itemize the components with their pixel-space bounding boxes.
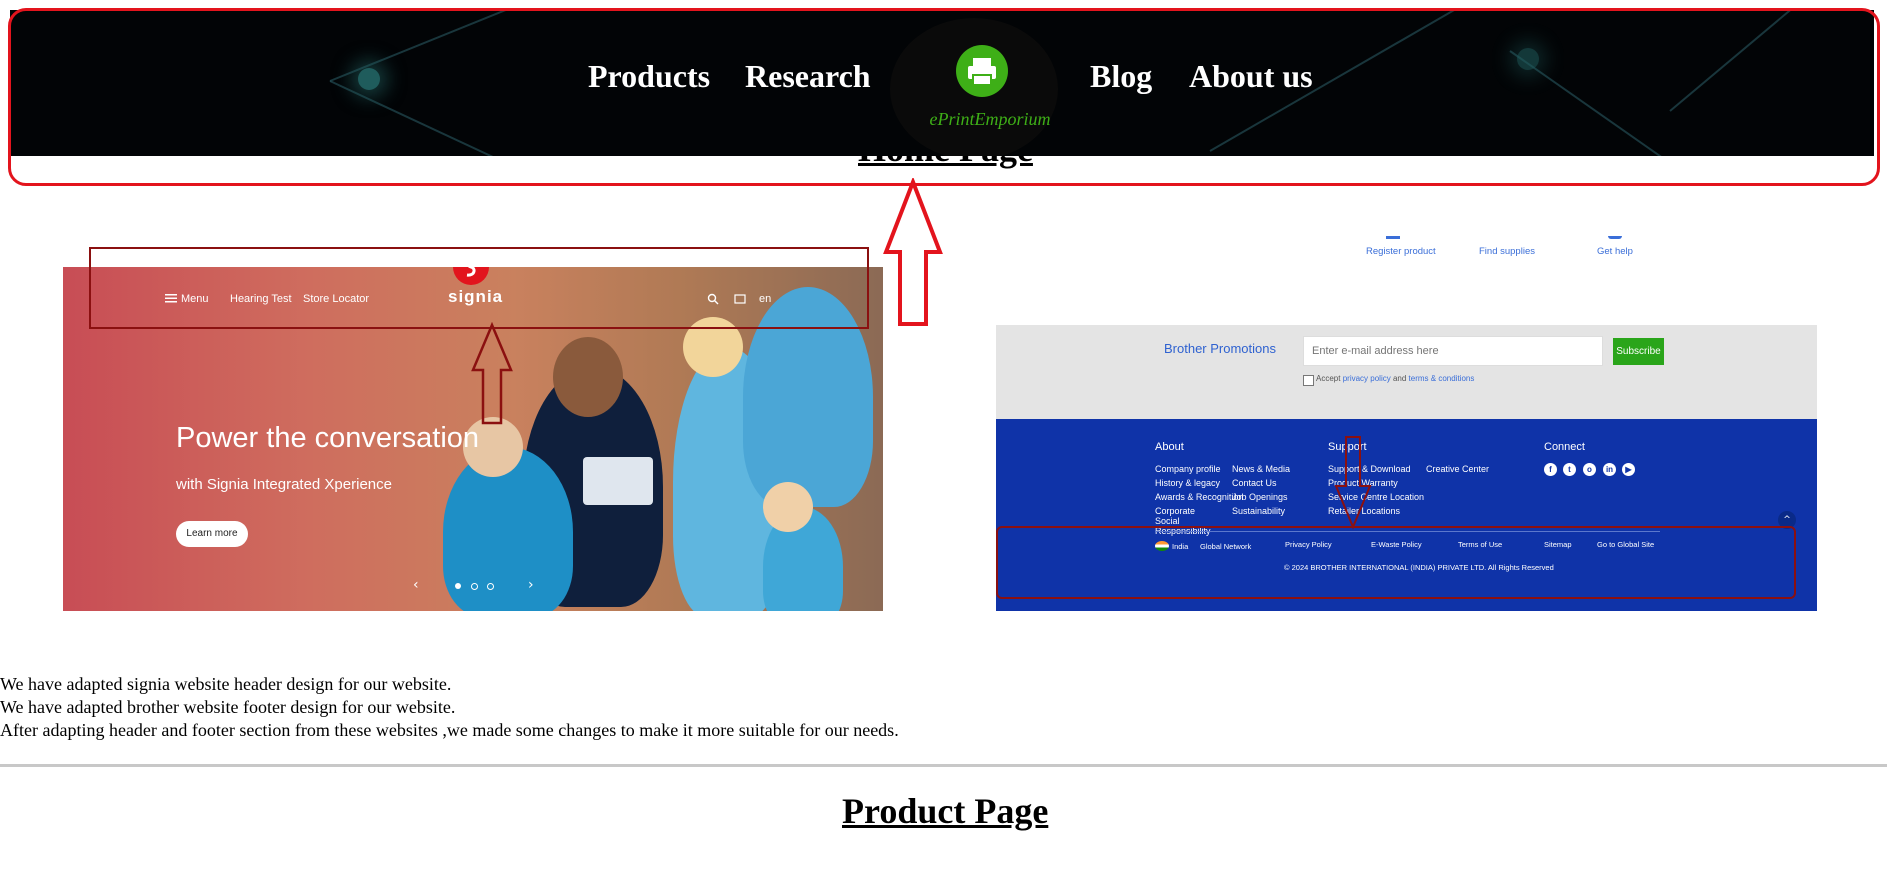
icon-fragment xyxy=(1608,236,1622,239)
carousel-next-icon[interactable]: › xyxy=(528,577,534,593)
privacy-policy-link[interactable]: privacy policy xyxy=(1343,374,1391,383)
find-supplies-link[interactable]: Find supplies xyxy=(1479,246,1535,257)
footer-link[interactable]: Awards & Recognition xyxy=(1155,492,1243,502)
note-signia: We have adapted signia website header de… xyxy=(0,674,452,694)
image-tablet xyxy=(583,457,653,505)
carousel-dot[interactable] xyxy=(471,583,478,590)
product-page-title: Product Page xyxy=(842,791,1049,831)
footer-link[interactable]: History & legacy xyxy=(1155,478,1220,488)
twitter-icon[interactable]: t xyxy=(1563,463,1576,476)
brother-down-arrow-annotation xyxy=(1334,436,1372,530)
up-arrow-annotation xyxy=(883,178,943,326)
section-divider xyxy=(0,764,1887,767)
footer-link[interactable]: Company profile xyxy=(1155,464,1221,474)
accept-checkbox[interactable] xyxy=(1303,375,1314,386)
signia-header-annotation-frame xyxy=(89,247,869,329)
accept-prefix: Accept xyxy=(1316,374,1341,383)
footer-link[interactable]: Contact Us xyxy=(1232,478,1277,488)
accept-and: and xyxy=(1392,374,1407,383)
footer-connect-title: Connect xyxy=(1544,441,1585,453)
register-product-link[interactable]: Register product xyxy=(1366,246,1436,257)
facebook-icon[interactable]: f xyxy=(1544,463,1557,476)
note-changes: After adapting header and footer section… xyxy=(0,720,899,740)
email-input[interactable] xyxy=(1303,336,1603,366)
footer-link[interactable]: Job Openings xyxy=(1232,492,1288,502)
carousel-dot[interactable] xyxy=(455,583,461,589)
promotions-title: Brother Promotions xyxy=(1164,341,1276,356)
footer-link[interactable]: Creative Center xyxy=(1426,464,1489,474)
signia-hero-title: Power the conversation xyxy=(176,422,480,454)
instagram-icon[interactable]: o xyxy=(1583,463,1596,476)
icon-fragment xyxy=(1386,236,1400,239)
brother-footer-annotation-frame xyxy=(996,526,1796,599)
signia-hero-subtitle: with Signia Integrated Xperience xyxy=(176,476,392,493)
get-help-link[interactable]: Get help xyxy=(1597,246,1633,257)
accept-text: Accept privacy policy and terms & condit… xyxy=(1316,374,1474,383)
image-person xyxy=(553,337,623,417)
note-brother: We have adapted brother website footer d… xyxy=(0,697,456,717)
learn-more-button[interactable]: Learn more xyxy=(176,521,248,547)
footer-link[interactable]: Sustainability xyxy=(1232,506,1285,516)
signia-up-arrow-annotation xyxy=(471,322,513,425)
image-person xyxy=(763,482,813,532)
header-annotation-frame xyxy=(8,8,1880,186)
subscribe-button[interactable]: Subscribe xyxy=(1613,338,1664,365)
carousel-prev-icon[interactable]: ‹ xyxy=(413,577,419,593)
footer-link[interactable]: News & Media xyxy=(1232,464,1290,474)
footer-about-title: About xyxy=(1155,441,1184,453)
terms-link[interactable]: terms & conditions xyxy=(1409,374,1475,383)
linkedin-icon[interactable]: in xyxy=(1603,463,1616,476)
youtube-icon[interactable]: ▶ xyxy=(1622,463,1635,476)
carousel-dot[interactable] xyxy=(487,583,494,590)
